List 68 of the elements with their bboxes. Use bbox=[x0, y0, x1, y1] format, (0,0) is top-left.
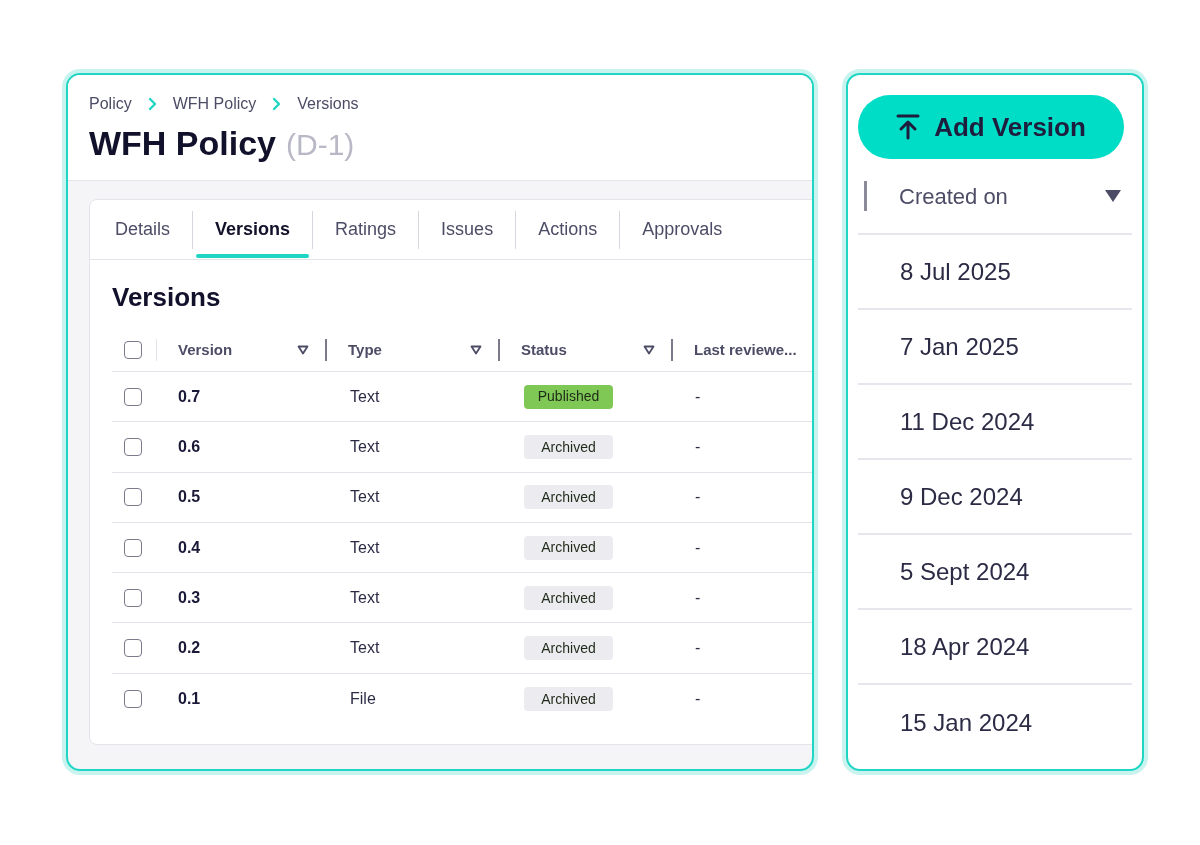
table-cell-text: - bbox=[694, 638, 702, 659]
table-cell-text: 0.1 bbox=[177, 688, 202, 709]
chevron-icon bbox=[147, 97, 157, 111]
checkbox[interactable] bbox=[124, 689, 142, 708]
column-header[interactable]: Type bbox=[348, 338, 470, 362]
checkbox[interactable] bbox=[124, 341, 142, 359]
section-title: Versions bbox=[112, 281, 222, 314]
breadcrumb-link[interactable]: Versions bbox=[297, 92, 359, 116]
status-badge: Published bbox=[524, 384, 613, 409]
checkbox[interactable] bbox=[124, 488, 142, 507]
page-title: WFH Policy bbox=[89, 123, 277, 164]
checkbox[interactable] bbox=[124, 639, 142, 658]
date-cell-text: 7 Jan 2025 bbox=[900, 331, 1019, 362]
document-code: (D-1) bbox=[286, 127, 355, 163]
table-cell-text: Text bbox=[349, 436, 381, 457]
table-cell-text: Text bbox=[349, 638, 381, 659]
table-cell-text: 0.5 bbox=[177, 487, 202, 508]
column-header[interactable]: Status bbox=[521, 338, 643, 362]
table-cell-text: - bbox=[694, 386, 702, 407]
sort-icon[interactable] bbox=[1104, 189, 1122, 203]
checkbox[interactable] bbox=[124, 538, 142, 557]
column-header[interactable]: Created on bbox=[899, 179, 1104, 213]
checkbox[interactable] bbox=[124, 437, 142, 456]
status-badge: Archived bbox=[524, 687, 613, 712]
column-header[interactable]: Version bbox=[178, 338, 297, 362]
table-cell-text: - bbox=[694, 688, 702, 709]
tab[interactable]: Actions bbox=[516, 200, 620, 259]
tab[interactable]: Versions bbox=[193, 200, 313, 259]
breadcrumb-link[interactable]: Policy bbox=[89, 92, 132, 116]
date-cell-text: 9 Dec 2024 bbox=[900, 481, 1023, 512]
tab[interactable]: Approvals bbox=[620, 200, 745, 259]
table-cell-text: - bbox=[694, 487, 702, 508]
checkbox[interactable] bbox=[124, 387, 142, 406]
table-cell-text: Text bbox=[349, 487, 381, 508]
date-cell-text: 15 Jan 2024 bbox=[900, 707, 1033, 738]
date-cell-text: 11 Dec 2024 bbox=[900, 406, 1035, 437]
filter-icon[interactable] bbox=[643, 345, 655, 355]
date-cell-text: 5 Sept 2024 bbox=[900, 556, 1030, 587]
date-cell-text: 18 Apr 2024 bbox=[900, 631, 1030, 662]
status-badge: Archived bbox=[524, 636, 613, 661]
table-cell-text: - bbox=[694, 587, 702, 608]
status-badge: Archived bbox=[524, 586, 613, 611]
table-cell-text: 0.3 bbox=[177, 587, 202, 608]
date-cell-text: 8 Jul 2025 bbox=[900, 256, 1011, 287]
table-cell-text: Text bbox=[349, 386, 381, 407]
table-cell-text: 0.7 bbox=[177, 386, 202, 407]
checkbox[interactable] bbox=[124, 588, 142, 607]
table-cell-text: Text bbox=[349, 587, 381, 608]
table-cell-text: File bbox=[349, 688, 377, 709]
status-badge: Archived bbox=[524, 535, 613, 560]
table-cell-text: 0.4 bbox=[177, 537, 202, 558]
table-cell-text: - bbox=[694, 436, 702, 457]
column-header[interactable]: Last reviewe... bbox=[694, 338, 812, 362]
tab[interactable]: Issues bbox=[419, 200, 516, 259]
filter-icon[interactable] bbox=[470, 345, 482, 355]
table-cell-text: - bbox=[694, 537, 702, 558]
table-cell-text: Text bbox=[349, 537, 381, 558]
status-badge: Archived bbox=[524, 485, 613, 510]
breadcrumb-link[interactable]: WFH Policy bbox=[172, 92, 257, 116]
table-cell-text: 0.2 bbox=[177, 638, 202, 659]
add-version-button[interactable]: Add Version bbox=[858, 95, 1124, 159]
tab[interactable]: Ratings bbox=[313, 200, 419, 259]
chevron-icon bbox=[272, 97, 282, 111]
tab[interactable]: Details bbox=[93, 200, 193, 259]
filter-icon[interactable] bbox=[297, 345, 309, 355]
table-cell-text: 0.6 bbox=[177, 436, 202, 457]
upload-icon bbox=[896, 114, 921, 140]
status-badge: Archived bbox=[524, 435, 613, 460]
